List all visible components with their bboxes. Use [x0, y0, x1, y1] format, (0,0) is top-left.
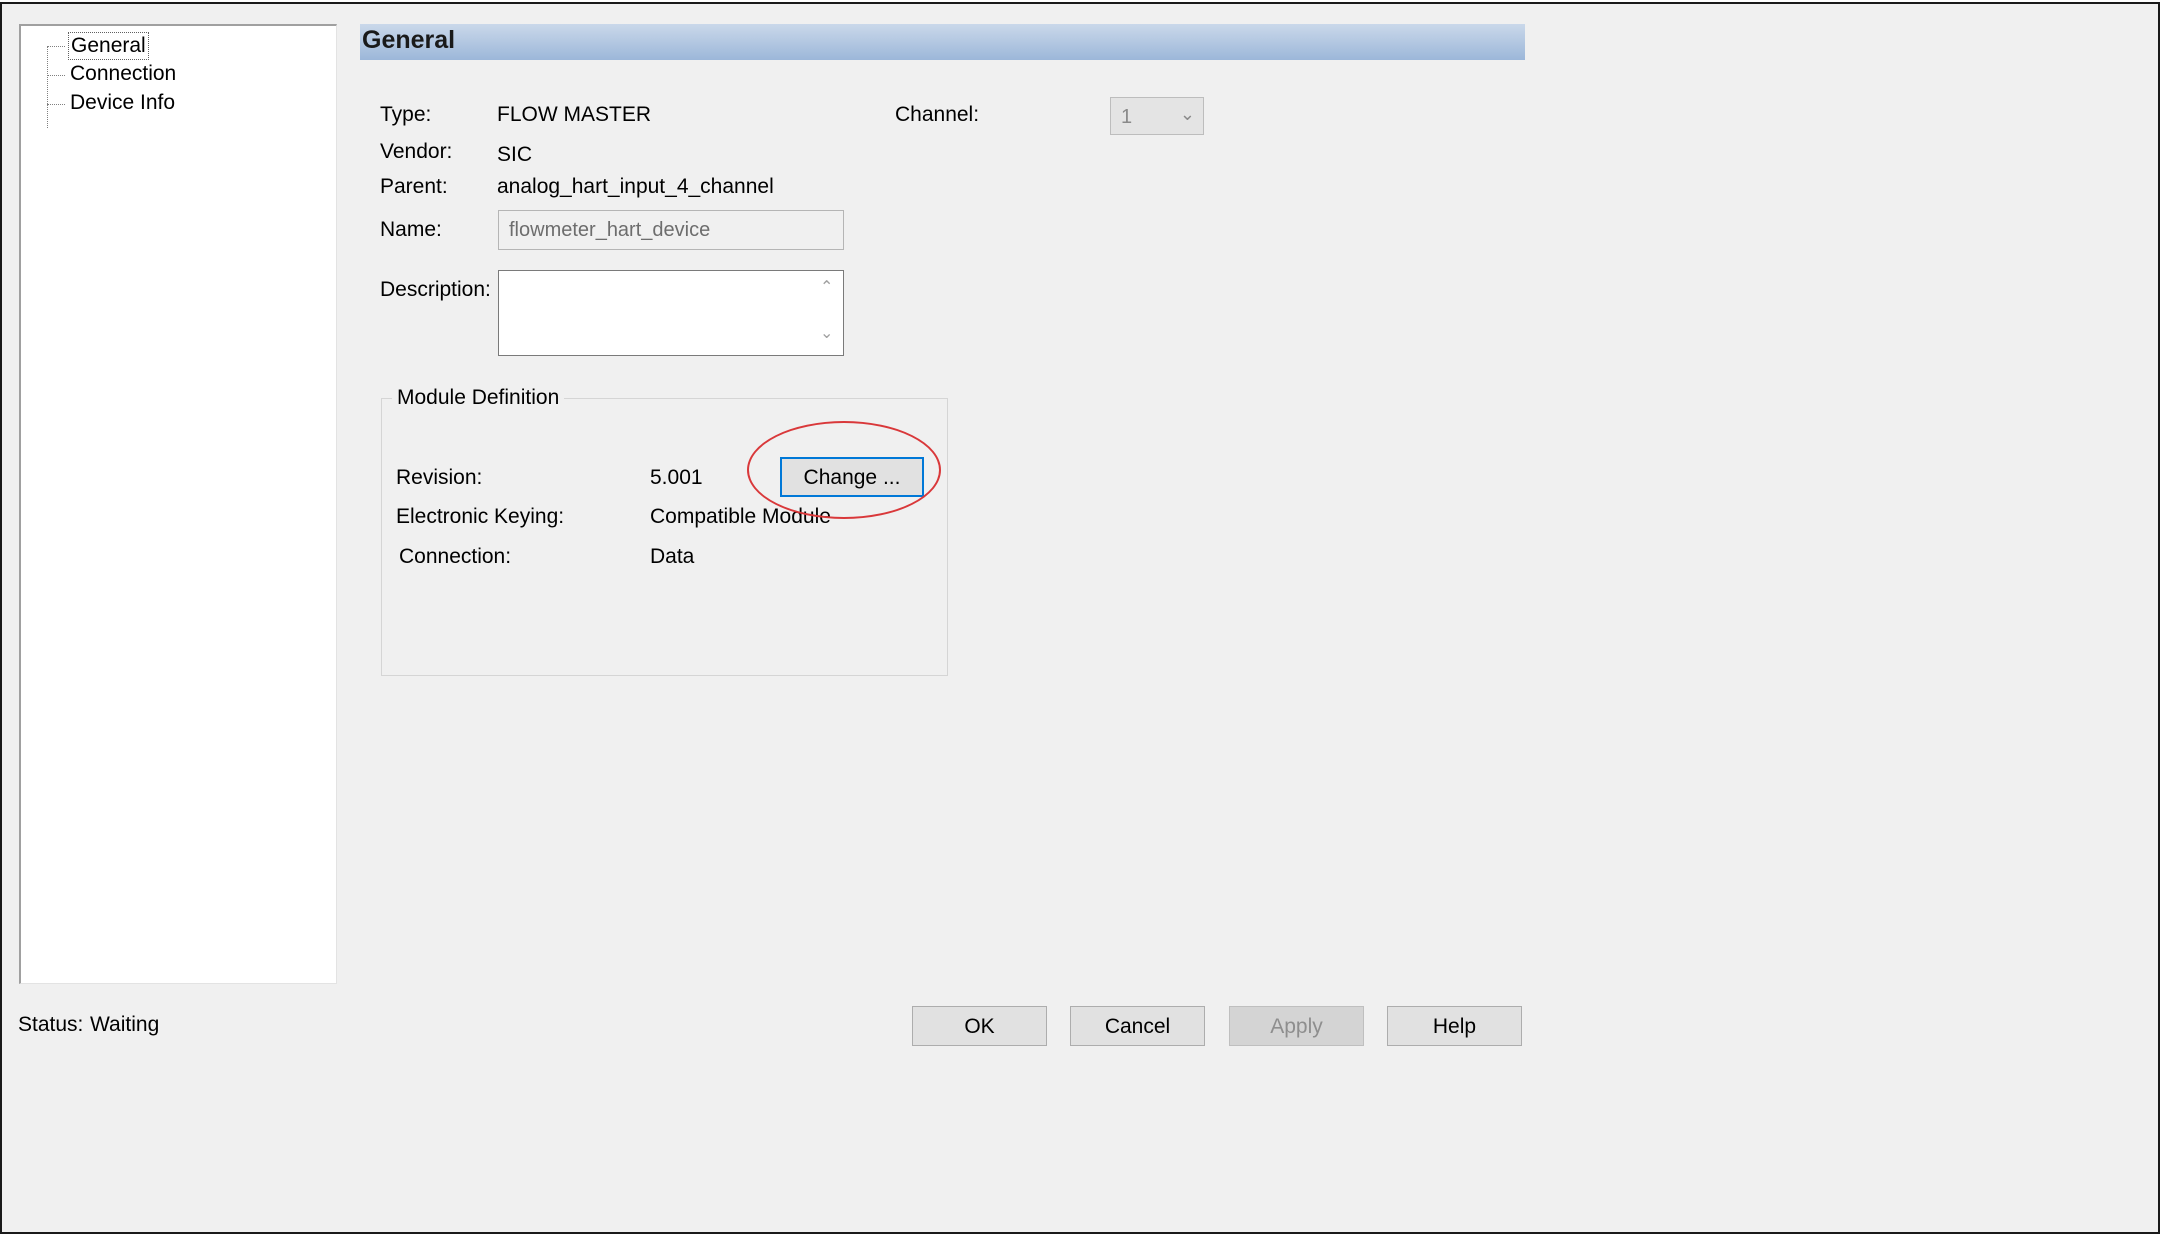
category-tree[interactable]: General Connection Device Info: [19, 24, 337, 984]
parent-label: Parent:: [380, 175, 448, 198]
change-revision-button[interactable]: Change ...: [780, 457, 924, 497]
scroll-up-icon[interactable]: ⌃: [820, 277, 833, 297]
tree-item-label: Connection: [70, 62, 177, 85]
electronic-keying-label: Electronic Keying:: [396, 505, 565, 528]
help-button[interactable]: Help: [1387, 1006, 1522, 1046]
electronic-keying-value: Compatible Module: [650, 505, 831, 528]
status-value: Waiting: [90, 1013, 160, 1036]
revision-value: 5.001: [650, 466, 703, 489]
tree-item-label: Device Info: [70, 91, 176, 114]
parent-value: analog_hart_input_4_channel: [497, 175, 774, 198]
type-value: FLOW MASTER: [497, 103, 652, 126]
description-field[interactable]: ⌃ ⌄: [498, 270, 844, 356]
apply-button[interactable]: Apply: [1229, 1006, 1364, 1046]
chevron-down-icon: ⌄: [1179, 104, 1195, 124]
name-field[interactable]: [498, 210, 844, 250]
name-label: Name:: [380, 218, 442, 241]
ok-button[interactable]: OK: [912, 1006, 1047, 1046]
vendor-value: SIC: [497, 143, 533, 166]
tree-connector: [47, 75, 65, 76]
tree-item-label: General: [68, 32, 149, 60]
scroll-down-icon[interactable]: ⌄: [820, 323, 833, 343]
cancel-button[interactable]: Cancel: [1070, 1006, 1205, 1046]
type-label: Type:: [380, 103, 432, 126]
revision-label: Revision:: [396, 466, 483, 489]
section-header: General: [360, 24, 1525, 60]
description-label: Description:: [380, 278, 491, 301]
channel-value: 1: [1121, 106, 1133, 128]
connection-value: Data: [650, 545, 695, 568]
tree-connector-line: [47, 46, 48, 128]
status-label: Status:: [18, 1013, 84, 1036]
channel-label: Channel:: [895, 103, 980, 126]
tree-connector: [47, 104, 65, 105]
tree-connector: [47, 46, 65, 47]
module-definition-title: Module Definition: [392, 386, 565, 410]
page-title: General: [362, 26, 456, 54]
vendor-label: Vendor:: [380, 140, 453, 163]
channel-select[interactable]: 1 ⌄: [1110, 97, 1204, 135]
connection-label: Connection:: [399, 545, 512, 568]
module-definition-group: [381, 398, 948, 676]
description-scrollbar[interactable]: ⌃ ⌄: [813, 271, 843, 355]
